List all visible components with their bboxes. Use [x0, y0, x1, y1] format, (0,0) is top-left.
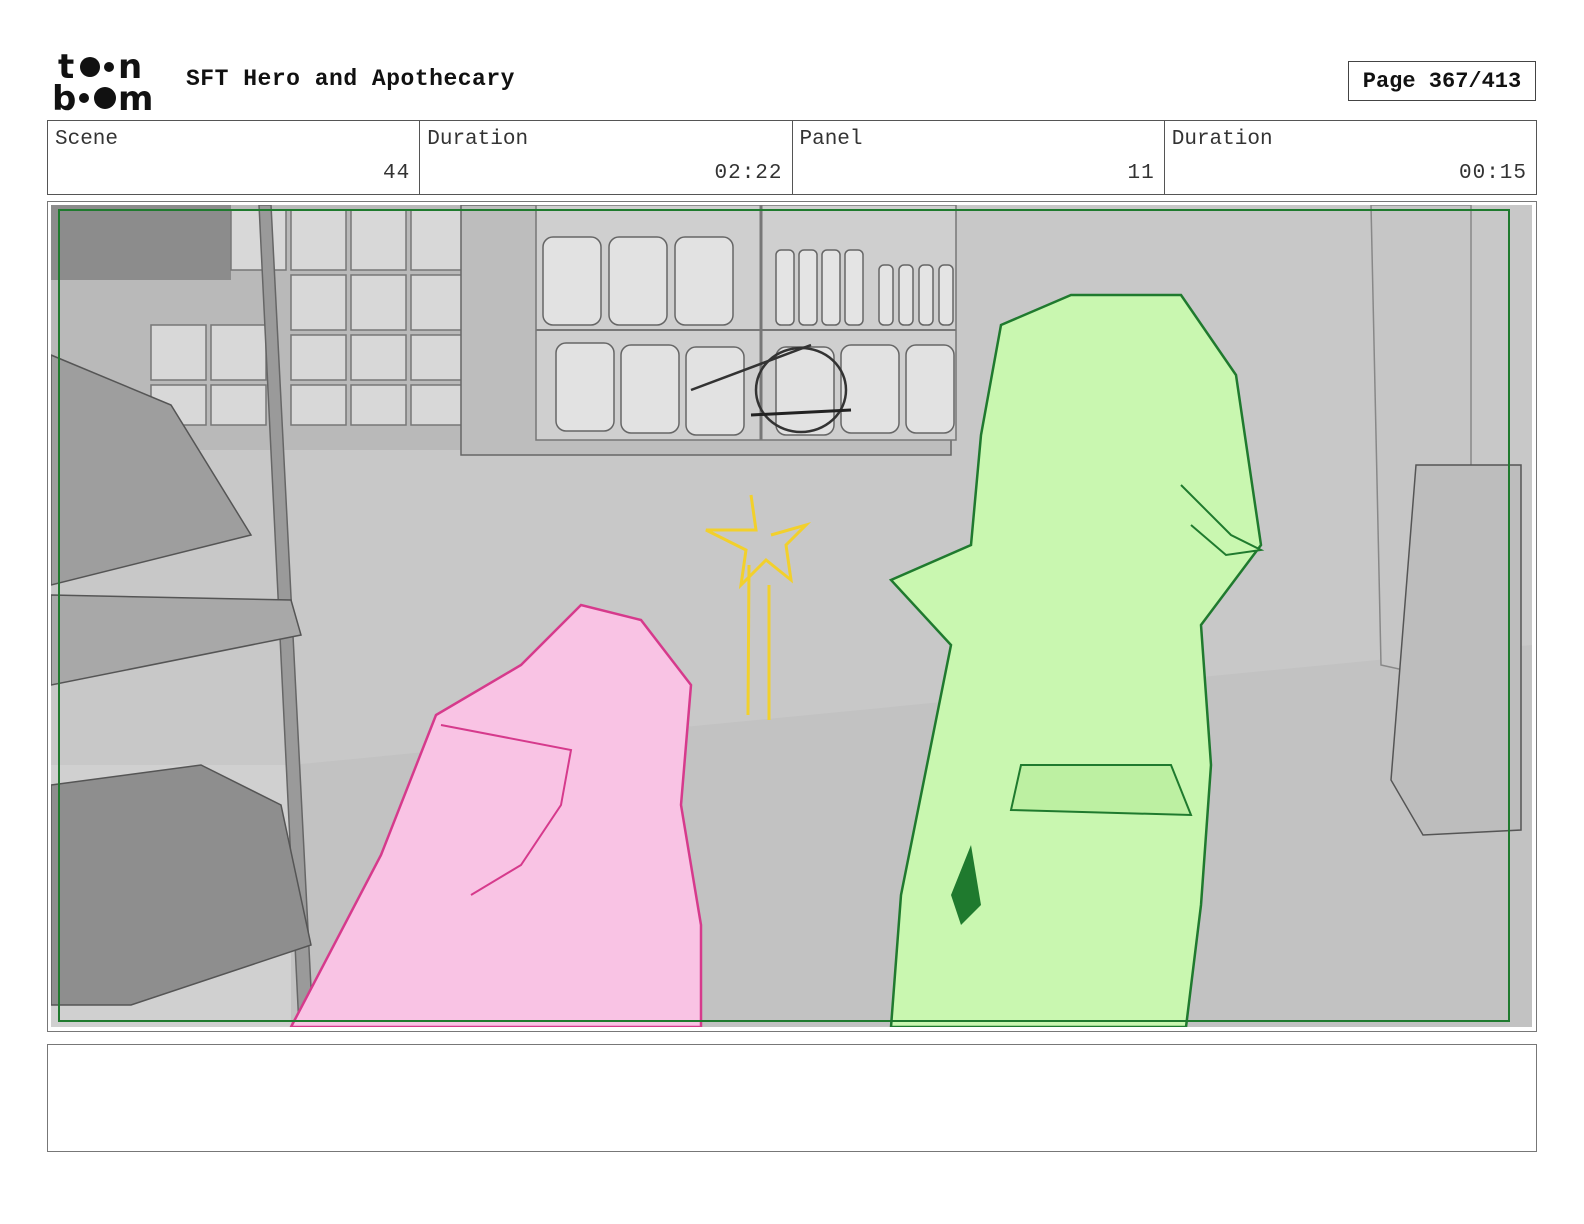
panel-info-row: Scene 44 Duration 02:22 Panel 11 Duratio…	[47, 120, 1537, 195]
scene-cell: Scene 44	[48, 121, 421, 194]
notes-box	[47, 1044, 1537, 1152]
svg-text:b: b	[52, 79, 76, 112]
scene-duration-cell: Duration 02:22	[420, 121, 793, 194]
scene-duration-label: Duration	[427, 128, 529, 151]
toon-boom-logo: t n b m	[52, 50, 153, 112]
panel-label: Panel	[799, 128, 863, 151]
panel-cell: Panel 11	[793, 121, 1165, 194]
scene-duration-value: 02:22	[714, 162, 783, 185]
page-indicator: Page 367/413	[1348, 61, 1536, 101]
svg-text:m: m	[118, 79, 153, 112]
panel-duration-cell: Duration 00:15	[1165, 121, 1536, 194]
panel-duration-label: Duration	[1171, 128, 1273, 151]
scene-label: Scene	[55, 128, 119, 151]
scene-value: 44	[383, 162, 411, 185]
project-title: SFT Hero and Apothecary	[186, 66, 515, 92]
panel-duration-value: 00:15	[1458, 162, 1527, 185]
storyboard-panel	[47, 201, 1537, 1032]
panel-value: 11	[1127, 162, 1155, 185]
panel-illustration	[51, 205, 1532, 1027]
